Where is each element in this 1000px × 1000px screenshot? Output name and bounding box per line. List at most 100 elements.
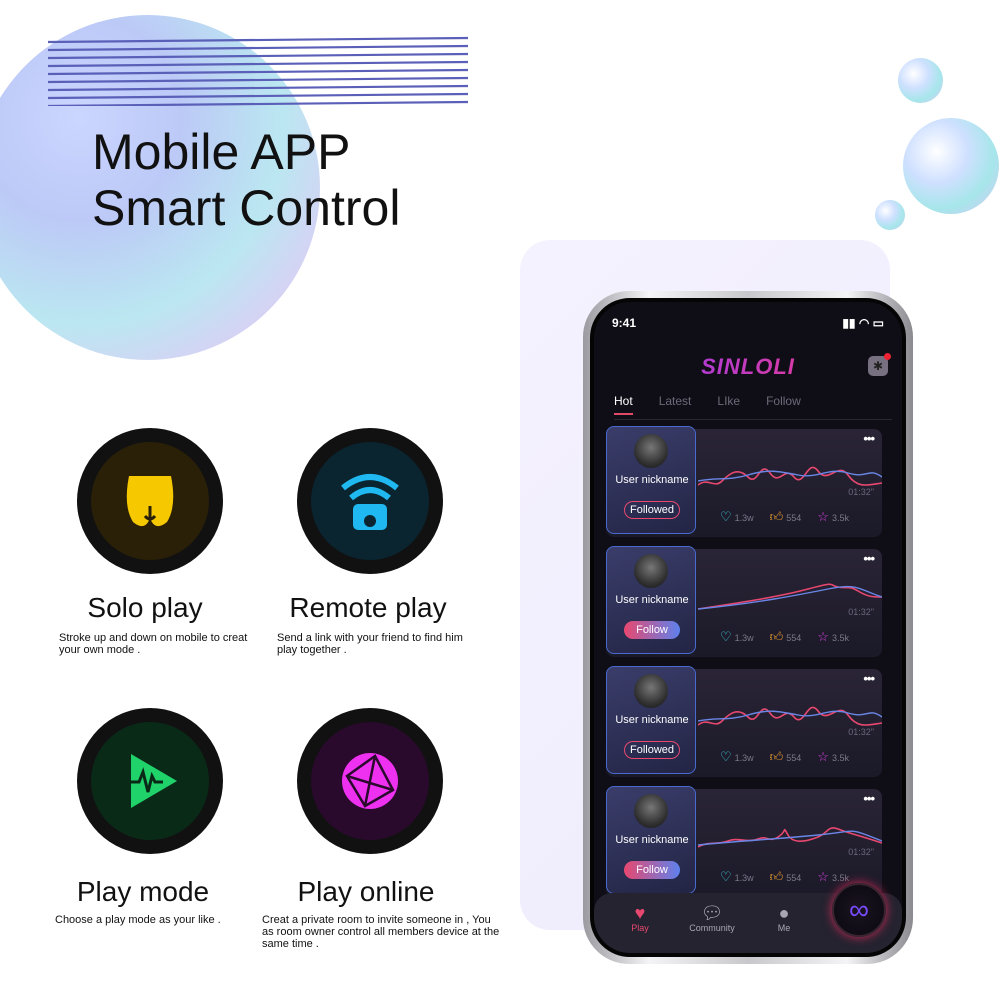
feature-mode-icon — [77, 708, 223, 854]
app-screen: 9:41 ▮▮ ◠ ▭ SINLOLI ✱ Hot Latest LIke Fol… — [590, 298, 906, 957]
signal-wifi-battery-icon: ▮▮ ◠ ▭ — [842, 316, 884, 330]
tabbar-label: Play — [631, 923, 649, 933]
globe-network-icon — [342, 753, 398, 809]
feed-card[interactable]: User nickname Followed ••• 01:32" ♡ 1.3w … — [606, 666, 882, 777]
heart-pulse-icon: ♥ — [634, 903, 646, 923]
duration: 01:32" — [848, 727, 874, 737]
heart-pulse-icon: ♡ — [720, 749, 732, 764]
stats: ♡ 1.3w 👍︎ 554 ☆ 3.5k — [720, 749, 849, 765]
bluetooth-icon: ✱ — [872, 359, 884, 373]
likes-count: 👍︎ 554 — [769, 749, 802, 764]
app-logo: SINLOLI — [594, 354, 902, 380]
phone-mockup: 9:41 ▮▮ ◠ ▭ SINLOLI ✱ Hot Latest LIke Fol… — [583, 291, 913, 964]
tabbar-label: Me — [777, 923, 791, 933]
stats: ♡ 1.3w 👍︎ 554 ☆ 3.5k — [720, 509, 849, 525]
feed-tabs: Hot Latest LIke Follow — [614, 394, 892, 420]
tabbar-me[interactable]: ● Me — [748, 893, 820, 953]
avatar[interactable] — [634, 434, 668, 468]
decorative-bubble — [903, 118, 999, 214]
user-panel: User nickname Follow — [606, 786, 696, 894]
thumbs-up-icon: 👍︎ — [769, 749, 784, 764]
person-icon: ● — [778, 903, 790, 923]
feature-desc: Stroke up and down on mobile to creat yo… — [59, 632, 248, 656]
user-nickname: User nickname — [615, 474, 689, 486]
tab-hot[interactable]: Hot — [614, 394, 633, 415]
decorative-bubble — [898, 58, 943, 103]
follow-button[interactable]: Follow — [624, 621, 680, 639]
avatar[interactable] — [634, 674, 668, 708]
feature-title: Play online — [297, 876, 435, 907]
duration: 01:32" — [848, 487, 874, 497]
decorative-bubble — [875, 200, 905, 230]
headline: Mobile APP Smart Control — [92, 124, 400, 236]
bluetooth-button[interactable]: ✱ — [868, 353, 891, 376]
feature-online-icon — [297, 708, 443, 854]
more-options-icon[interactable]: ••• — [863, 431, 875, 446]
star-icon: ☆ — [817, 869, 829, 884]
thumbs-up-icon: 👍︎ — [769, 629, 784, 644]
headline-line1: Mobile APP — [92, 124, 351, 180]
feature-title: Play mode — [76, 876, 210, 907]
stats: ♡ 1.3w 👍︎ 554 ☆ 3.5k — [720, 869, 849, 885]
heart-pulse-icon: ♡ — [720, 869, 732, 884]
follow-button[interactable]: Follow — [624, 861, 680, 879]
more-options-icon[interactable]: ••• — [863, 551, 875, 566]
hearts-count: ♡ 1.3w — [720, 869, 754, 884]
thumbs-up-icon: 👍︎ — [769, 869, 784, 884]
tab-follow[interactable]: Follow — [766, 394, 801, 419]
heart-pulse-icon: ♡ — [720, 509, 732, 524]
disconnected-badge — [884, 353, 891, 360]
clock: 9:41 — [612, 316, 637, 330]
likes-count: 👍︎ 554 — [769, 629, 802, 644]
feature-solo-icon — [77, 428, 223, 574]
more-options-icon[interactable]: ••• — [863, 791, 875, 806]
star-icon: ☆ — [817, 749, 829, 764]
user-panel: User nickname Follow — [606, 546, 696, 654]
stars-count: ☆ 3.5k — [817, 749, 849, 764]
device-control-button[interactable]: ∞ — [832, 883, 886, 937]
status-bar: 9:41 ▮▮ ◠ ▭ — [612, 316, 884, 330]
user-panel: User nickname Followed — [606, 426, 696, 534]
thumbs-up-icon: 👍︎ — [769, 509, 784, 524]
hearts-count: ♡ 1.3w — [720, 629, 754, 644]
stars-count: ☆ 3.5k — [817, 629, 849, 644]
headline-line2: Smart Control — [92, 180, 401, 236]
feed-card[interactable]: User nickname Follow ••• 01:32" ♡ 1.3w 👍︎… — [606, 786, 882, 897]
hearts-count: ♡ 1.3w — [720, 749, 754, 764]
duration: 01:32" — [848, 607, 874, 617]
likes-count: 👍︎ 554 — [769, 509, 802, 524]
more-options-icon[interactable]: ••• — [863, 671, 875, 686]
tab-latest[interactable]: Latest — [659, 394, 692, 419]
follow-button[interactable]: Followed — [624, 501, 680, 519]
heart-pulse-icon: ♡ — [720, 629, 732, 644]
decorative-stripes — [48, 36, 468, 106]
feature-desc: Choose a play mode as your like . — [55, 914, 221, 926]
tab-like[interactable]: LIke — [717, 394, 740, 419]
buttocks-icon — [126, 476, 174, 527]
star-icon: ☆ — [817, 509, 829, 524]
duration: 01:32" — [848, 847, 874, 857]
tabbar-community[interactable]: 💬︎ Community — [676, 893, 748, 953]
feature-title: Remote play — [289, 592, 447, 623]
tabbar-play[interactable]: ♥ Play — [604, 893, 676, 953]
star-icon: ☆ — [817, 629, 829, 644]
likes-count: 👍︎ 554 — [769, 869, 802, 884]
feed-card[interactable]: User nickname Follow ••• 01:32" ♡ 1.3w 👍︎… — [606, 546, 882, 657]
stars-count: ☆ 3.5k — [817, 509, 849, 524]
user-nickname: User nickname — [615, 594, 689, 606]
user-panel: User nickname Followed — [606, 666, 696, 774]
chat-icon: 💬︎ — [700, 903, 724, 923]
feature-desc: Creat a private room to invite someone i… — [262, 914, 500, 950]
follow-button[interactable]: Followed — [624, 741, 680, 759]
feed-card[interactable]: User nickname Followed ••• 01:32" ♡ 1.3w … — [606, 426, 882, 537]
remote-wifi-icon — [341, 474, 399, 530]
feature-remote-icon — [297, 428, 443, 574]
hearts-count: ♡ 1.3w — [720, 509, 754, 524]
feature-desc: Send a link with your friend to find him… — [277, 632, 463, 656]
stats: ♡ 1.3w 👍︎ 554 ☆ 3.5k — [720, 629, 849, 645]
avatar[interactable] — [634, 794, 668, 828]
tabbar-label: Community — [689, 923, 735, 933]
avatar[interactable] — [634, 554, 668, 588]
user-nickname: User nickname — [615, 834, 689, 846]
user-nickname: User nickname — [615, 714, 689, 726]
